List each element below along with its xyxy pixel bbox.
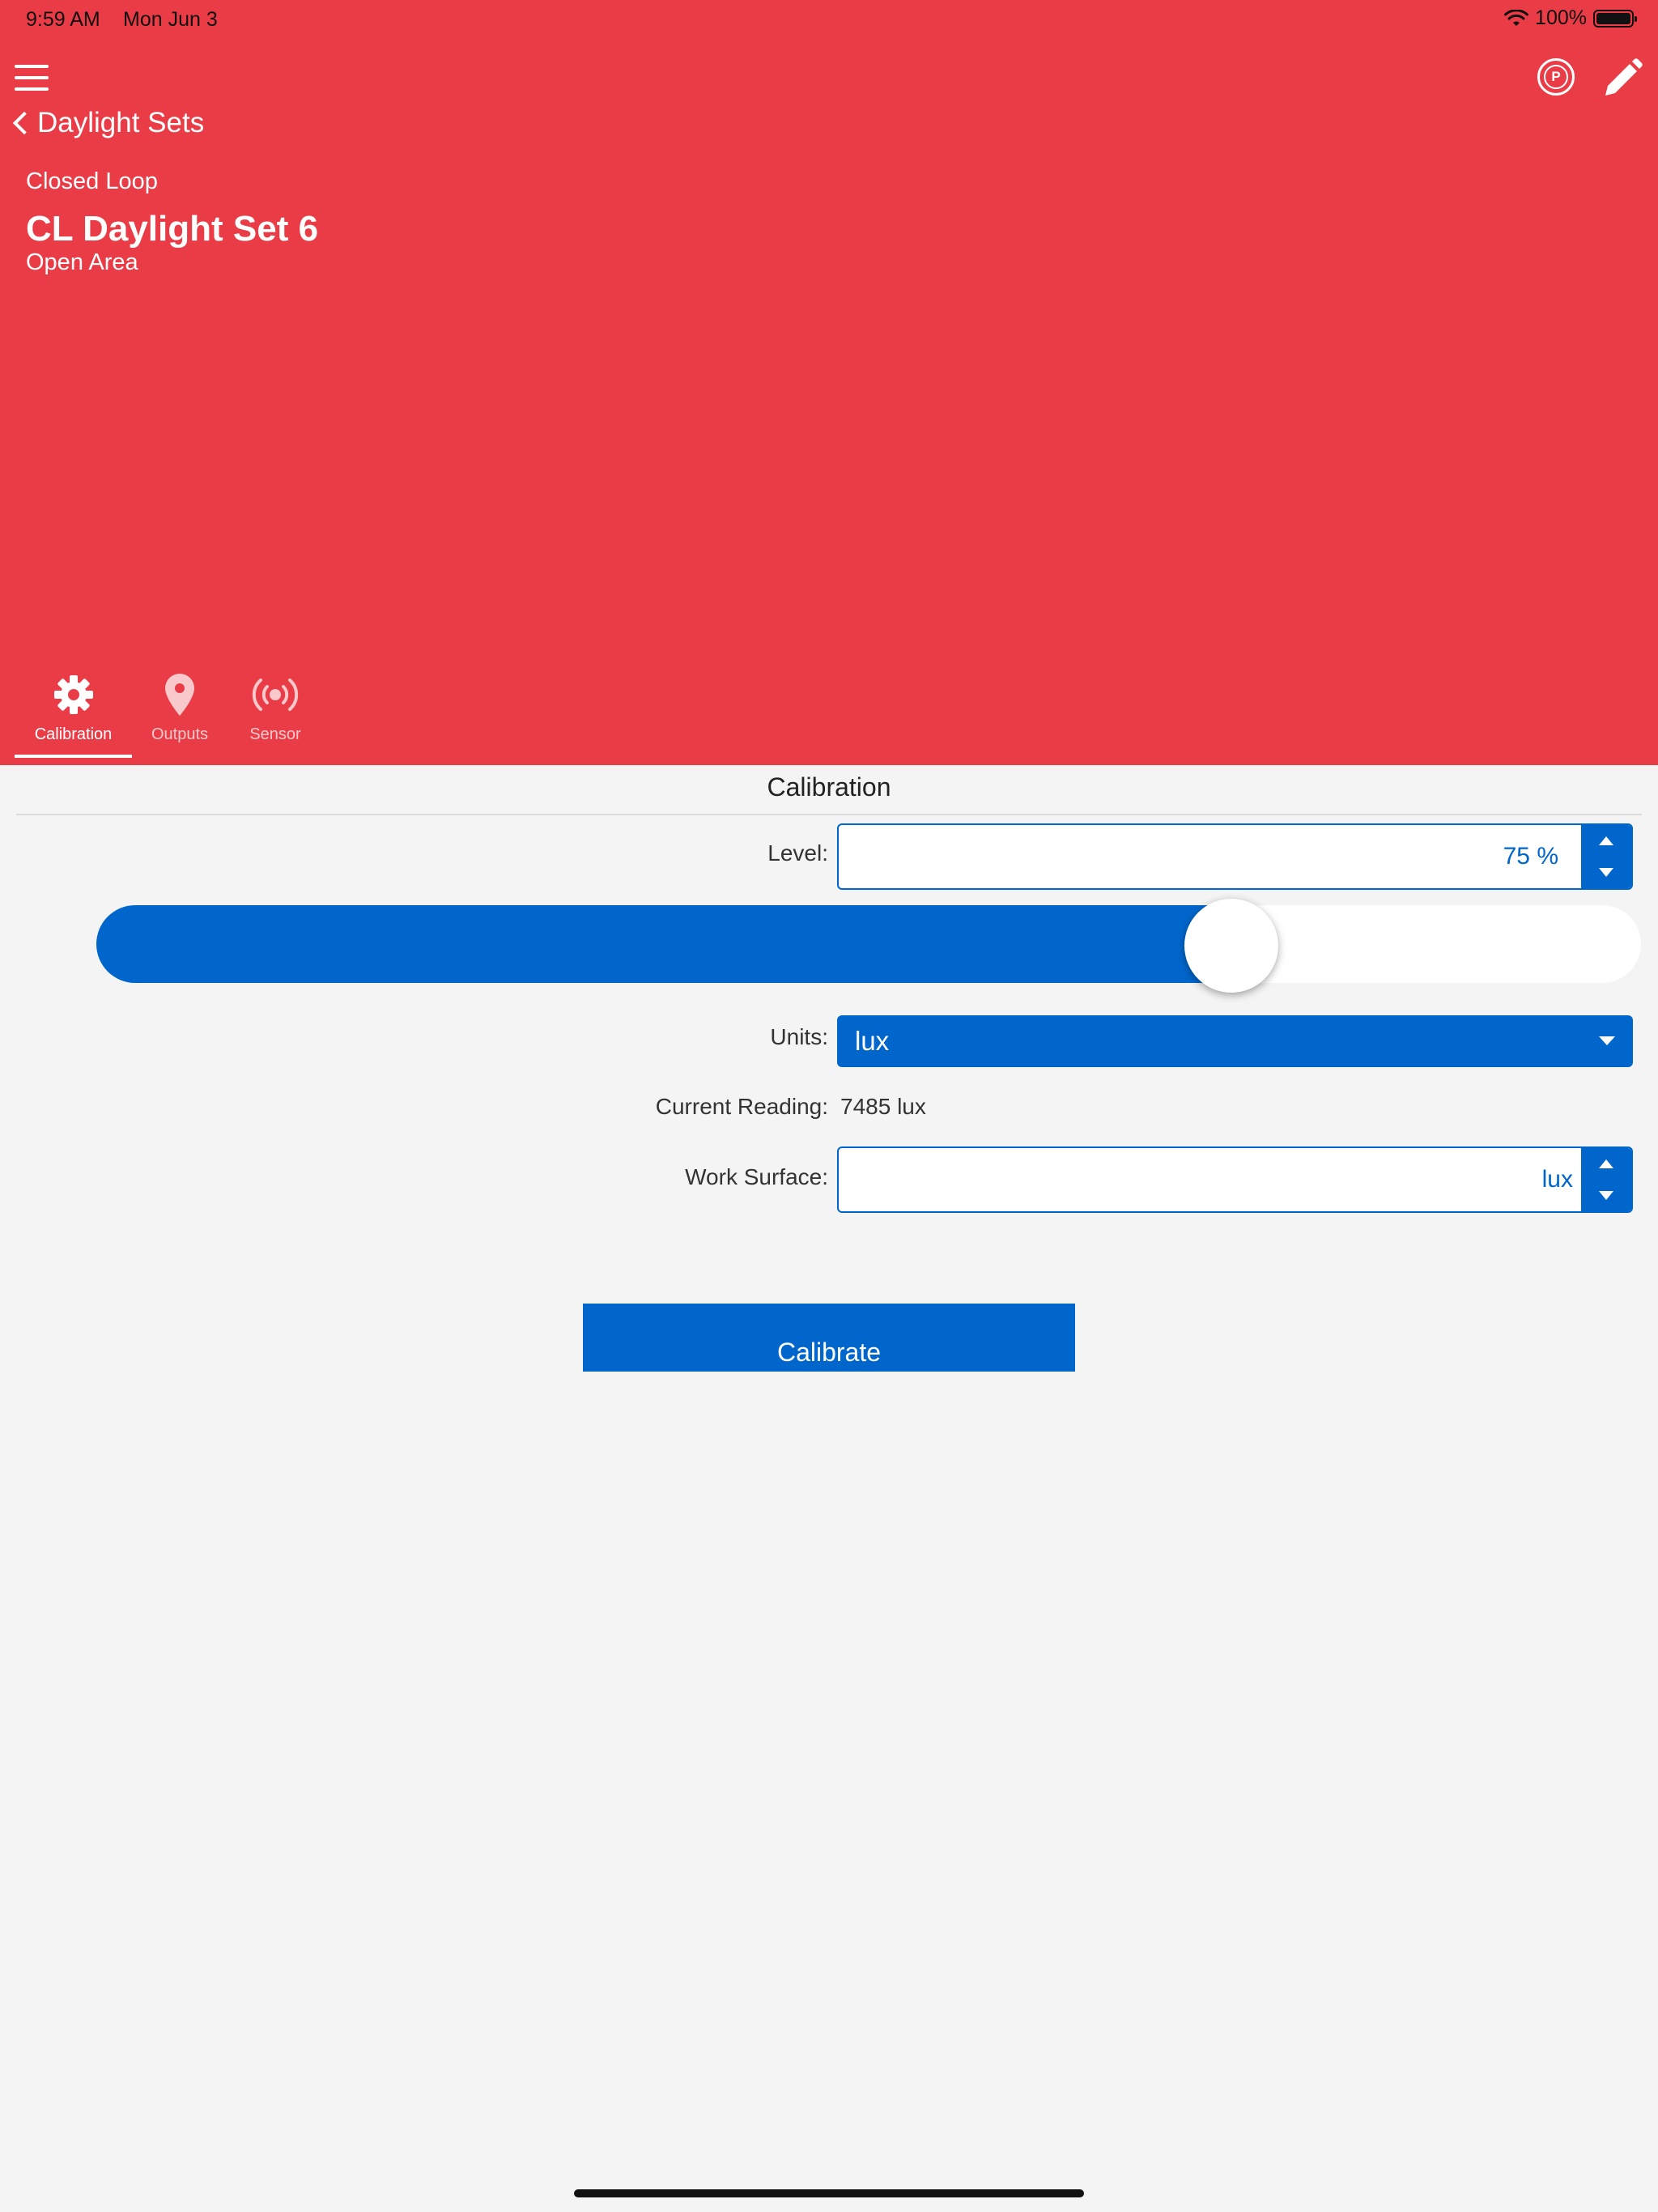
level-stepper[interactable]: 75 % xyxy=(837,823,1633,890)
level-decrement-button[interactable] xyxy=(1581,857,1631,888)
tab-label: Calibration xyxy=(34,725,113,743)
units-selected-value: lux xyxy=(855,1026,890,1056)
wifi-icon xyxy=(1504,9,1529,26)
area-label: Open Area xyxy=(26,249,138,275)
tab-calibration[interactable]: Calibration xyxy=(15,670,132,758)
status-date: Mon Jun 3 xyxy=(123,8,218,31)
arrow-down-icon xyxy=(1599,868,1613,877)
arrow-down-icon xyxy=(1599,1191,1613,1200)
tab-label: Outputs xyxy=(151,725,209,743)
level-increment-button[interactable] xyxy=(1581,825,1631,857)
work-surface-stepper[interactable]: lux xyxy=(837,1146,1633,1213)
category-label: Closed Loop xyxy=(26,168,158,194)
current-reading-label: Current Reading: xyxy=(655,1094,828,1119)
level-slider[interactable] xyxy=(96,899,1641,993)
location-pin-icon xyxy=(165,674,194,716)
arrow-up-icon xyxy=(1599,1159,1613,1168)
section-title: Calibration xyxy=(767,772,891,802)
tab-bar: Calibration Outputs Sensor xyxy=(15,670,323,758)
level-label: Level: xyxy=(767,840,828,866)
gear-icon xyxy=(53,675,93,714)
battery-icon xyxy=(1593,9,1637,28)
tab-label: Sensor xyxy=(249,725,301,743)
work-surface-stepper-buttons xyxy=(1581,1148,1631,1211)
status-bar: 9:59 AM Mon Jun 3 100% xyxy=(0,0,1658,39)
level-stepper-buttons xyxy=(1581,825,1631,888)
status-right: 100% xyxy=(1504,6,1637,30)
work-surface-input[interactable]: lux xyxy=(839,1148,1581,1211)
units-label: Units: xyxy=(770,1024,828,1049)
work-surface-decrement-button[interactable] xyxy=(1581,1180,1631,1211)
page-title: CL Daylight Set 6 xyxy=(26,209,319,249)
arrow-up-icon xyxy=(1599,836,1613,845)
header: 9:59 AM Mon Jun 3 100% P Daylight Sets C… xyxy=(0,0,1658,765)
units-select[interactable]: lux xyxy=(837,1015,1633,1067)
tab-sensor[interactable]: Sensor xyxy=(227,670,323,758)
status-time: 9:59 AM xyxy=(26,8,100,31)
broadcast-icon xyxy=(252,678,299,711)
chevron-left-icon xyxy=(12,111,36,135)
screen: 9:59 AM Mon Jun 3 100% P Daylight Sets C… xyxy=(0,0,1658,2212)
tab-outputs[interactable]: Outputs xyxy=(132,670,227,758)
work-surface-increment-button[interactable] xyxy=(1581,1148,1631,1180)
level-input[interactable]: 75 % xyxy=(839,825,1581,888)
work-surface-label: Work Surface: xyxy=(685,1164,828,1189)
home-indicator[interactable] xyxy=(574,2189,1084,2197)
edit-pencil-icon[interactable] xyxy=(1599,57,1644,102)
back-link[interactable]: Daylight Sets xyxy=(10,107,204,139)
back-label: Daylight Sets xyxy=(37,107,205,138)
p-badge-icon[interactable]: P xyxy=(1537,58,1575,96)
p-badge-label: P xyxy=(1544,65,1568,89)
menu-icon[interactable] xyxy=(15,65,50,94)
calibrate-button[interactable]: Calibrate xyxy=(583,1304,1075,1372)
slider-thumb[interactable] xyxy=(1184,899,1278,993)
current-reading-value: 7485 lux xyxy=(840,1094,926,1119)
battery-percent: 100% xyxy=(1535,6,1587,29)
slider-fill xyxy=(96,905,1231,983)
divider xyxy=(16,814,1642,815)
caret-down-icon xyxy=(1599,1036,1615,1045)
